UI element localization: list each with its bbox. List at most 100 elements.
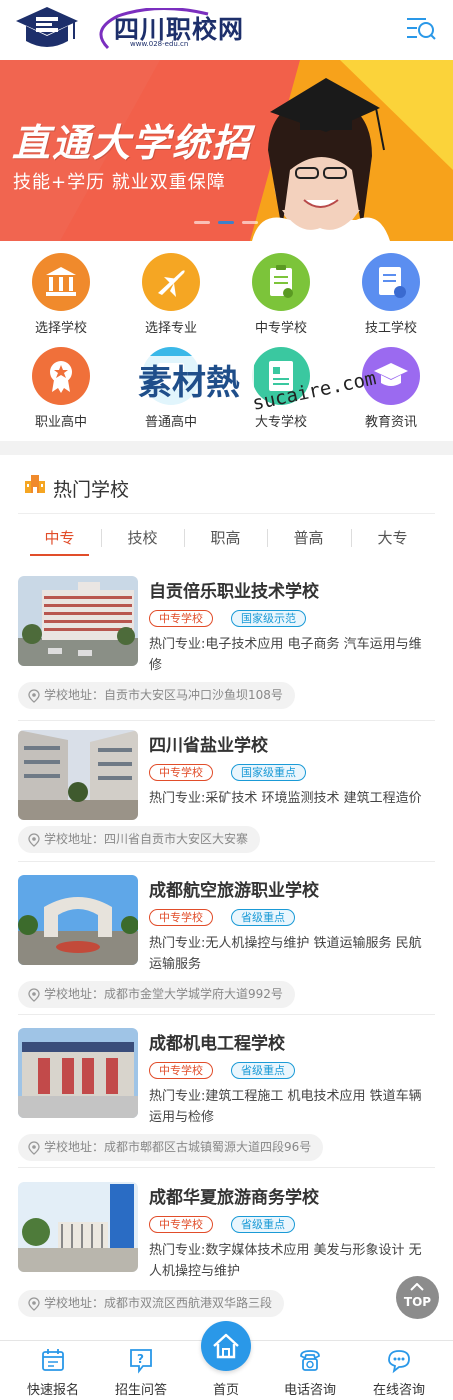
location-pin-icon [28, 1141, 40, 1155]
site-url: www.028-edu.cn [130, 40, 189, 48]
school-level-tag: 省级重点 [231, 1062, 295, 1079]
school-icon [25, 475, 45, 493]
category-item-education-news[interactable]: 教育资讯 [336, 335, 446, 430]
school-address: 学校地址：成都市郫都区古城镇蜀源大道四段96号 [18, 1134, 324, 1161]
school-type-tag: 中专学校 [149, 1062, 213, 1079]
banner-subline: 技能+学历 就业双重保障 [13, 172, 226, 193]
school-level-tag: 国家级示范 [231, 610, 306, 627]
tab-secondary[interactable]: 中专 [18, 523, 101, 557]
category-item-college[interactable]: 大专学校 [226, 335, 336, 430]
category-item-choose-school[interactable]: 选择学校 [6, 241, 116, 336]
category-item-vocational-high[interactable]: 职业高中 [6, 335, 116, 430]
chat-icon [388, 1350, 410, 1374]
category-grid: 选择学校 选择专业 中专学校 技工学校 职业高中 普通高中 大专学校 教育资讯 [0, 241, 453, 441]
category-label: 大专学校 [254, 415, 307, 430]
promo-banner[interactable]: 直通大学统招 技能+学历 就业双重保障 [0, 60, 453, 241]
nav-admission-qa[interactable]: ? 招生问答 [96, 1341, 186, 1400]
category-item-choose-major[interactable]: 选择专业 [116, 241, 226, 336]
school-name[interactable]: 成都华夏旅游商务学校 [149, 1183, 319, 1208]
school-item[interactable]: 成都华夏旅游商务学校 中专学校 省级重点 热门专业:数字媒体技术应用 美发与形象… [18, 1182, 435, 1317]
airplane-icon [142, 253, 200, 311]
school-address-text: 学校地址：成都市双流区西航港双华路三段 [44, 1296, 273, 1310]
tab-general-high[interactable]: 普高 [267, 523, 350, 557]
svg-text:?: ? [137, 1352, 144, 1366]
school-item[interactable]: 自贡倍乐职业技术学校 中专学校 国家级示范 热门专业:电子技术应用 电子商务 汽… [18, 576, 435, 711]
banner-headline: 直通大学统招 [12, 121, 253, 165]
section-title: 热门学校 [53, 479, 130, 501]
school-photo[interactable] [18, 1028, 138, 1118]
school-type-tabs: 中专 技校 职高 普高 大专 [18, 523, 435, 557]
calendar-edit-icon [42, 1349, 64, 1371]
phone-icon [300, 1350, 320, 1371]
category-label: 教育资讯 [364, 415, 417, 430]
question-icon: ? [130, 1349, 152, 1374]
tab-technical[interactable]: 技校 [101, 523, 184, 557]
school-photo[interactable] [18, 576, 138, 666]
section-line [18, 513, 435, 514]
school-item[interactable]: 成都机电工程学校 中专学校 省级重点 热门专业:建筑工程施工 机电技术应用 铁道… [18, 1028, 435, 1163]
location-pin-icon [28, 988, 40, 1002]
list-divider [18, 861, 435, 862]
school-majors: 热门专业:无人机操控与维护 铁道运输服务 民航运输服务 [149, 936, 422, 972]
chevron-up-icon [410, 1283, 424, 1291]
school-level-tag: 国家级重点 [231, 764, 306, 781]
school-type-tag: 中专学校 [149, 610, 213, 627]
back-to-top-button[interactable]: TOP [396, 1276, 439, 1319]
school-building-icon [32, 253, 90, 311]
school-item[interactable]: 成都航空旅游职业学校 中专学校 省级重点 热门专业:无人机操控与维护 铁道运输服… [18, 875, 435, 1010]
clipboard-icon [252, 253, 310, 311]
nav-online-consult[interactable]: 在线咨询 [354, 1341, 444, 1400]
school-address-text: 学校地址：自贡市大安区马冲口沙鱼坝108号 [44, 688, 283, 702]
home-icon [213, 1333, 239, 1359]
menu-search-icon[interactable] [404, 14, 438, 44]
school-name[interactable]: 成都航空旅游职业学校 [149, 876, 319, 901]
category-item-technical-school[interactable]: 技工学校 [336, 241, 446, 336]
nav-label: 在线咨询 [372, 1383, 425, 1398]
list-divider [18, 1167, 435, 1168]
school-photo[interactable] [18, 875, 138, 965]
nav-label: 电话咨询 [283, 1383, 336, 1398]
award-badge-icon [32, 347, 90, 405]
book-icon [142, 347, 200, 405]
document-edit-icon [362, 253, 420, 311]
school-address-text: 学校地址：成都市金堂大学城学府大道992号 [44, 987, 283, 1001]
category-item-secondary-school[interactable]: 中专学校 [226, 241, 336, 336]
list-divider [18, 720, 435, 721]
category-item-general-high[interactable]: 普通高中 [116, 335, 226, 430]
location-pin-icon [28, 833, 40, 847]
category-label: 选择学校 [34, 321, 87, 336]
school-photo[interactable] [18, 1182, 138, 1272]
tab-vocational-high[interactable]: 职高 [184, 523, 267, 557]
category-label: 选择专业 [144, 321, 197, 336]
carousel-dot[interactable] [194, 221, 210, 224]
location-pin-icon [28, 689, 40, 703]
school-address-text: 学校地址：成都市郫都区古城镇蜀源大道四段96号 [44, 1140, 312, 1154]
location-pin-icon [28, 1297, 40, 1311]
back-to-top-label: TOP [403, 1295, 432, 1309]
carousel-dot[interactable] [242, 221, 258, 224]
nav-label: 首页 [212, 1383, 239, 1398]
graduation-cap-icon [362, 347, 420, 405]
nav-quick-signup[interactable]: 快速报名 [8, 1341, 98, 1400]
school-name[interactable]: 自贡倍乐职业技术学校 [149, 577, 319, 602]
school-name[interactable]: 四川省盐业学校 [149, 731, 268, 756]
school-type-tag: 中专学校 [149, 909, 213, 926]
section-header: 热门学校 [0, 455, 453, 513]
school-level-tag: 省级重点 [231, 1216, 295, 1233]
report-icon [252, 347, 310, 405]
list-divider [18, 1014, 435, 1015]
logo-graduation-cap-icon [16, 7, 78, 47]
tab-college[interactable]: 大专 [351, 523, 434, 557]
school-photo[interactable] [18, 730, 138, 820]
category-label: 中专学校 [254, 321, 307, 336]
school-item[interactable]: 四川省盐业学校 中专学校 国家级重点 热门专业:采矿技术 环境监测技术 建筑工程… [18, 730, 435, 865]
home-button[interactable] [201, 1321, 251, 1371]
nav-phone-consult[interactable]: 电话咨询 [265, 1341, 355, 1400]
carousel-dot-active[interactable] [218, 221, 234, 224]
logo[interactable]: 四川职校网 www.028-edu.cn [88, 6, 248, 52]
header: 四川职校网 www.028-edu.cn [0, 0, 453, 60]
school-address: 学校地址：自贡市大安区马冲口沙鱼坝108号 [18, 682, 295, 709]
section-separator [0, 441, 453, 455]
school-address-text: 学校地址：四川省自贡市大安区大安寨 [44, 832, 249, 846]
school-name[interactable]: 成都机电工程学校 [149, 1029, 285, 1054]
